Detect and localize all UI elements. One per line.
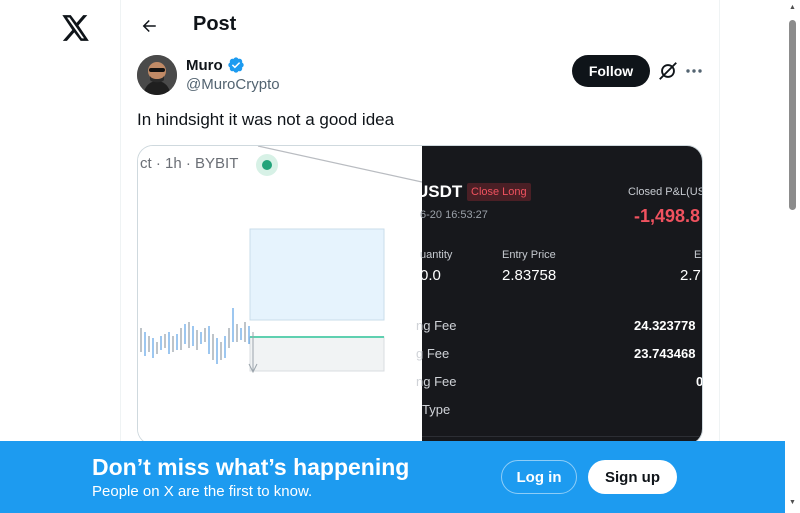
left-rail <box>0 0 120 513</box>
signup-button[interactable]: Sign up <box>588 460 677 494</box>
scroll-up-icon[interactable]: ▲ <box>788 3 797 12</box>
fee-label: ng Fee <box>416 374 457 389</box>
banner-subtitle: People on X are the first to know. <box>92 483 313 500</box>
page-title: Post <box>193 13 237 35</box>
author-name[interactable]: Muro <box>186 57 223 74</box>
x-logo-icon[interactable] <box>60 12 92 44</box>
post-header: Post <box>121 0 720 52</box>
exit-price-label: Ex <box>694 249 702 261</box>
back-arrow-icon[interactable] <box>135 12 163 40</box>
post-text: In hindsight it was not a good idea <box>137 110 395 129</box>
closed-pnl-label: Closed P&L(US <box>628 186 703 198</box>
banner-title: Don’t miss what’s happening <box>92 454 410 480</box>
trade-date: 6-20 16:53:27 <box>420 209 488 221</box>
main-column: Post Muro @MuroCrypto Follow In hindsigh… <box>120 0 720 513</box>
verified-badge-icon <box>227 56 245 74</box>
fee-value: 24.323778 <box>634 318 696 333</box>
scroll-down-icon[interactable]: ▼ <box>788 498 797 507</box>
more-icon[interactable] <box>683 60 705 82</box>
quantity-label: uantity <box>420 249 453 261</box>
close-long-badge: Close Long <box>467 183 531 201</box>
divider <box>422 436 702 437</box>
entry-price-value: 2.83758 <box>502 267 557 284</box>
login-button[interactable]: Log in <box>501 460 577 494</box>
page-scrollbar[interactable]: ▲ ▼ <box>785 0 800 513</box>
trade-pair: USDT <box>416 182 463 201</box>
quantity-value: 0.0 <box>420 267 441 284</box>
closed-pnl-value: -1,498.8 <box>634 206 701 226</box>
author-handle[interactable]: @MuroCrypto <box>186 76 280 93</box>
fee-label: ng Fee <box>416 318 457 333</box>
avatar[interactable] <box>137 55 177 95</box>
follow-button[interactable]: Follow <box>572 55 650 87</box>
post-media-image[interactable]: ct · 1h · BYBIT USDT Close Long 6-20 16:… <box>137 145 703 445</box>
grok-icon[interactable] <box>657 60 679 82</box>
fee-value: 0 <box>696 374 703 389</box>
fee-label: g Fee <box>416 346 450 361</box>
scroll-thumb[interactable] <box>789 20 796 210</box>
type-label: Type <box>422 402 451 417</box>
candlestick-chart <box>140 146 422 374</box>
trade-result-screenshot: USDT Close Long 6-20 16:53:27 Closed P&L… <box>416 146 703 444</box>
author-row: Muro @MuroCrypto Follow <box>137 54 703 98</box>
entry-price-label: Entry Price <box>502 249 556 261</box>
exit-price-value: 2.7 <box>680 267 701 284</box>
author-name-group[interactable]: Muro <box>186 56 245 74</box>
price-chart-screenshot: ct · 1h · BYBIT <box>138 146 422 444</box>
signup-banner: Don’t miss what’s happening People on X … <box>0 441 785 513</box>
fee-value: 23.743468 <box>634 346 696 361</box>
